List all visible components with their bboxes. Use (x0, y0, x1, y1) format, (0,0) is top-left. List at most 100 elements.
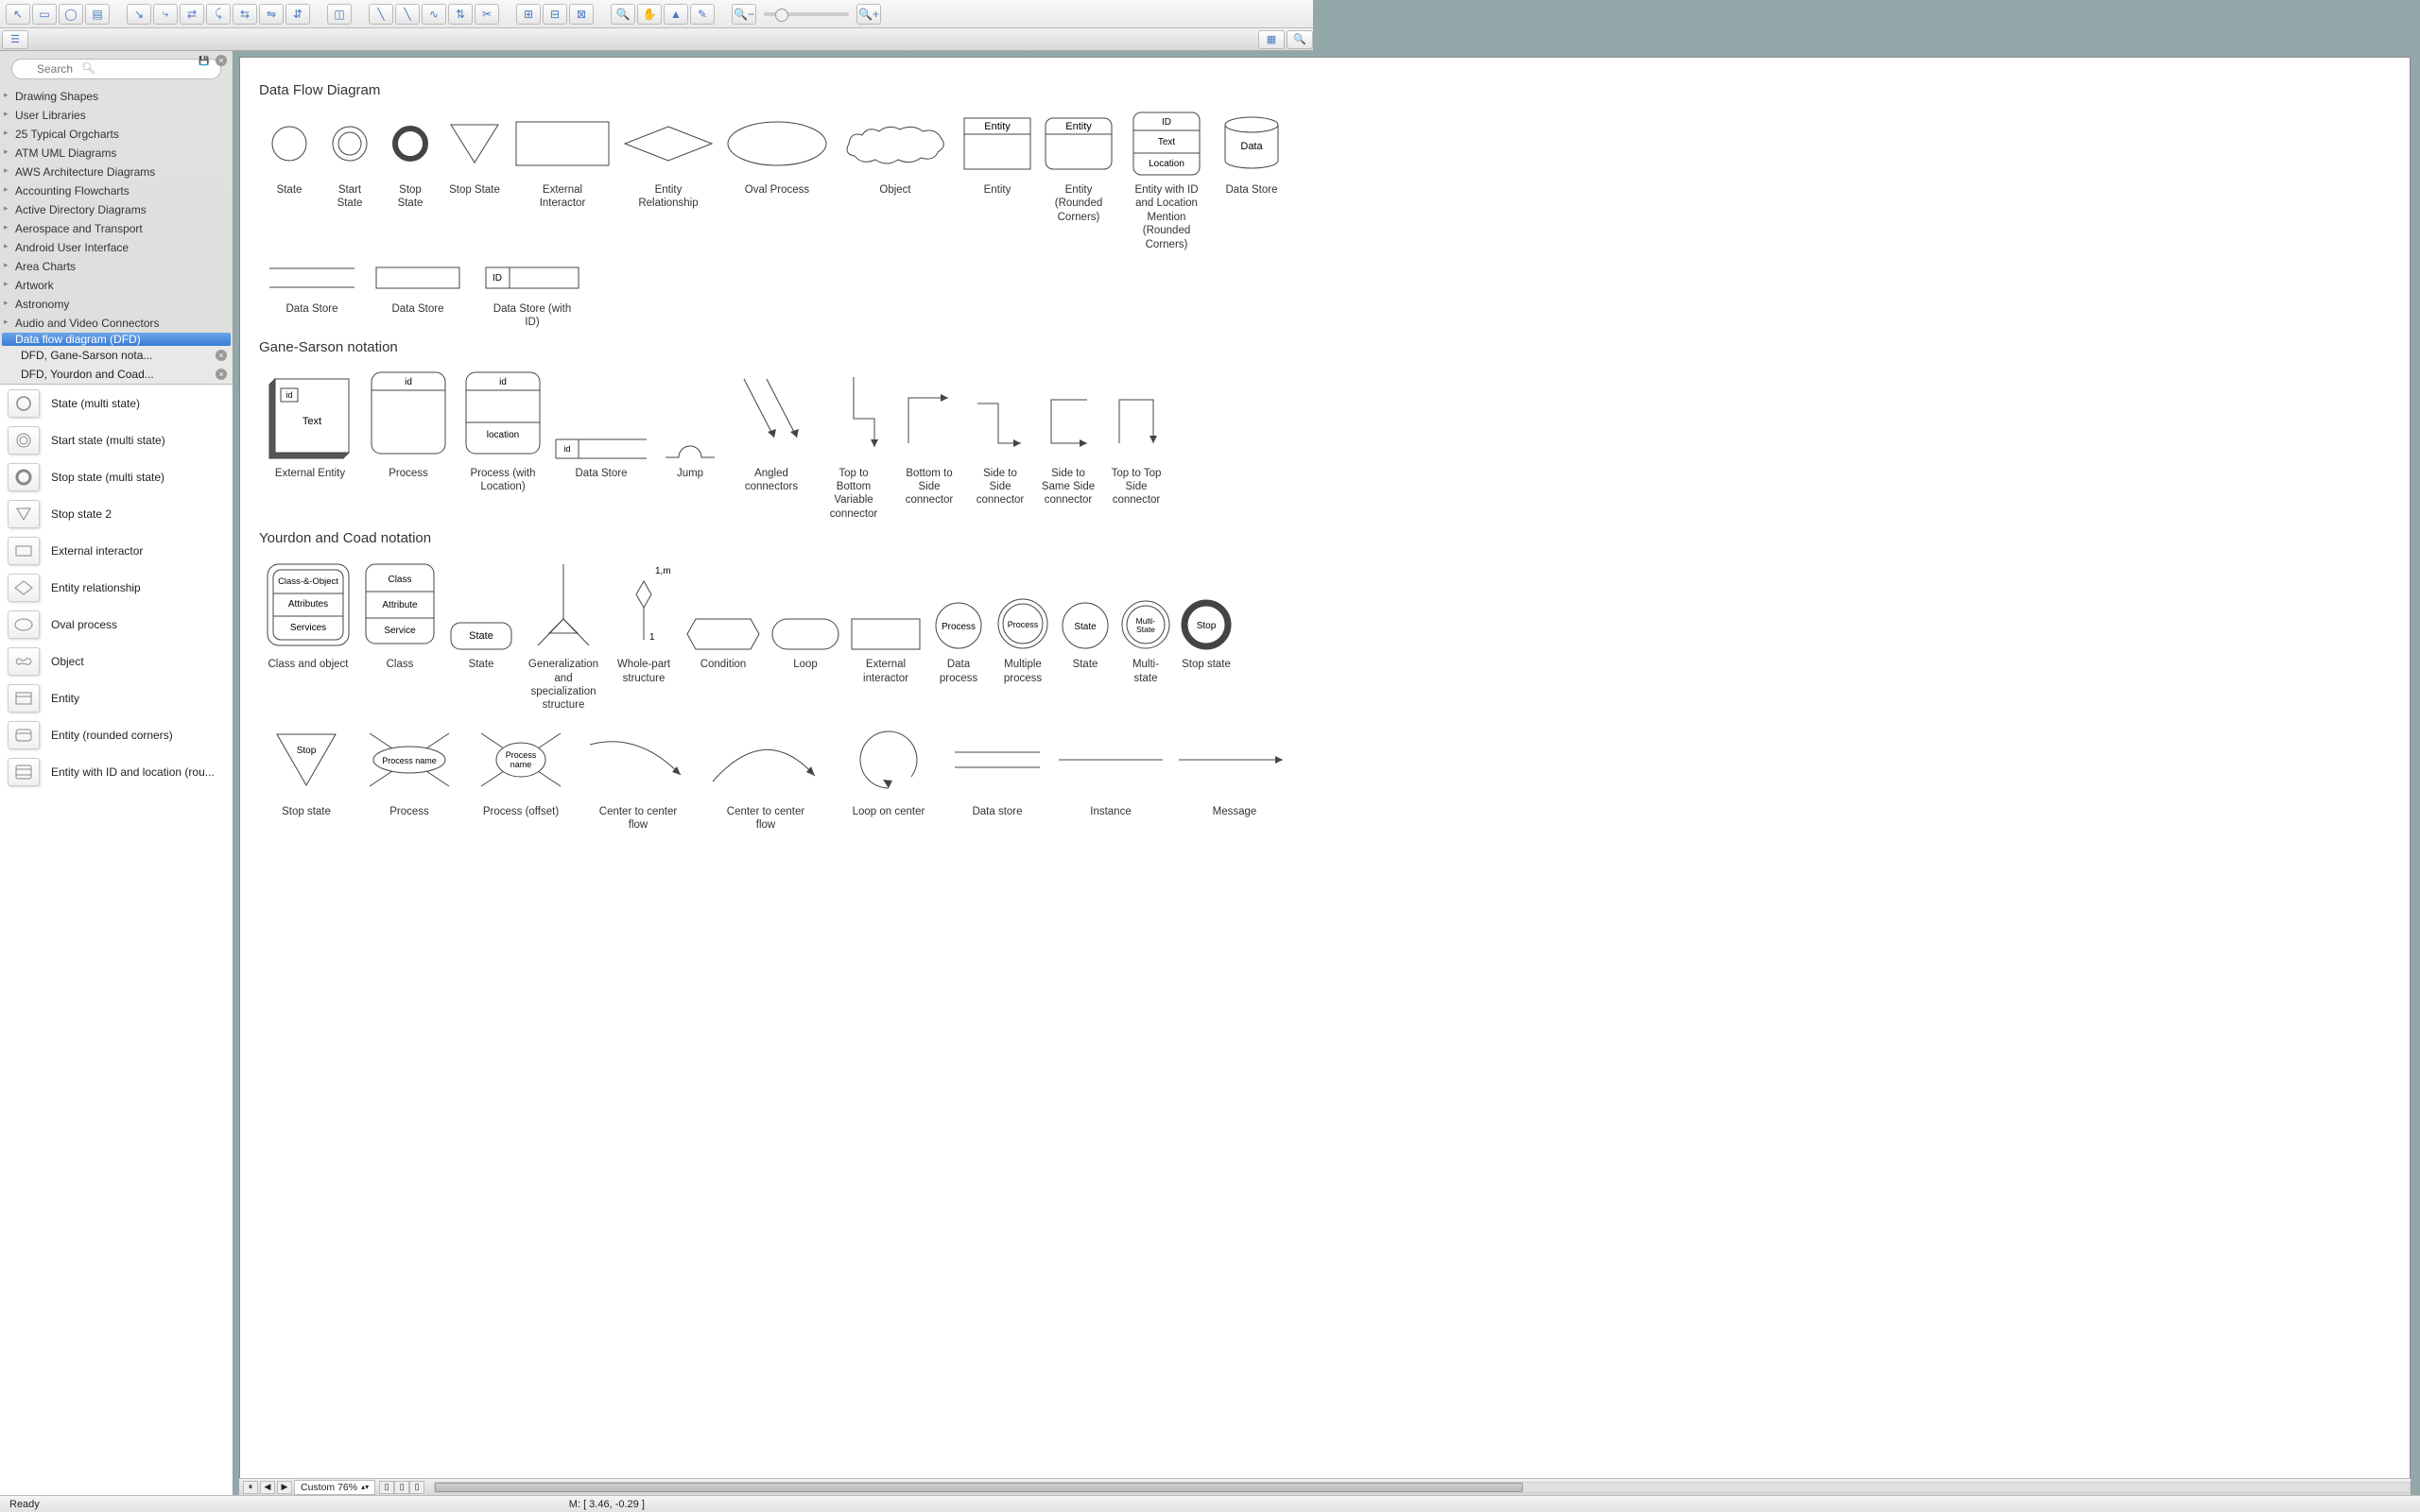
zoom-level[interactable]: Custom 76%▴▾ (294, 1480, 375, 1495)
insert-shape[interactable]: ◫ (327, 4, 352, 25)
svg-text:Service: Service (384, 626, 416, 636)
search-lib-icon[interactable]: 🔍 (1287, 30, 1313, 49)
shape-row[interactable]: Entity (rounded corners) (0, 716, 233, 753)
lib-item[interactable]: AWS Architecture Diagrams (0, 163, 233, 181)
view-mode-3[interactable]: ▯ (409, 1481, 424, 1494)
grid-view-icon[interactable]: ▦ (1258, 30, 1285, 49)
lib-item[interactable]: Artwork (0, 276, 233, 295)
close-icon[interactable]: × (216, 369, 227, 380)
svg-text:id: id (285, 390, 292, 400)
shape-row[interactable]: External interactor (0, 532, 233, 569)
lib-item[interactable]: ATM UML Diagrams (0, 144, 233, 163)
shape-row[interactable]: Stop state 2 (0, 495, 233, 532)
align-tool-3[interactable]: ⊠ (569, 4, 594, 25)
shape-row[interactable]: Object (0, 643, 233, 679)
shape-row[interactable]: Entity with ID and location (rou... (0, 753, 233, 790)
svg-text:id: id (405, 377, 412, 387)
rect-tool[interactable]: ▭ (32, 4, 57, 25)
shape-row[interactable]: Oval process (0, 606, 233, 643)
line-tool-1[interactable]: ╲ (369, 4, 393, 25)
search-input[interactable] (11, 59, 221, 79)
connector-tool-4[interactable]: ⤹ (206, 4, 231, 25)
stamp-tool[interactable]: ▲ (664, 4, 688, 25)
svg-text:State: State (1136, 625, 1155, 634)
svg-text:location: location (487, 430, 519, 440)
lib-item[interactable]: User Libraries (0, 106, 233, 125)
sub-lib-item[interactable]: DFD, Yourdon and Coad... × (0, 365, 233, 384)
align-tool-1[interactable]: ⊞ (516, 4, 541, 25)
library-tabs-bar: ☰ ▦ 🔍 (0, 28, 1313, 51)
connector-tool-7[interactable]: ⇵ (285, 4, 310, 25)
connector-tool-3[interactable]: ⇄ (180, 4, 204, 25)
lib-item[interactable]: Android User Interface (0, 238, 233, 257)
library-sidebar: Drawing Shapes User Libraries 25 Typical… (0, 51, 233, 1495)
zoom-in-tool[interactable]: 🔍 (611, 4, 635, 25)
lib-item-selected[interactable]: Data flow diagram (DFD) 💾 × (2, 333, 231, 346)
lib-item[interactable]: Active Directory Diagrams (0, 200, 233, 219)
text-tool[interactable]: ▤ (85, 4, 110, 25)
svg-text:Attribute: Attribute (382, 600, 418, 610)
svg-text:ID: ID (1162, 117, 1171, 128)
svg-text:Process: Process (506, 750, 537, 760)
shape-row[interactable]: Start state (multi state) (0, 421, 233, 458)
page-prev[interactable]: ◀ (260, 1481, 275, 1494)
pointer-tool[interactable]: ↖ (6, 4, 30, 25)
tree-view-icon[interactable]: ☰ (2, 30, 28, 49)
ellipse-tool[interactable]: ◯ (59, 4, 83, 25)
status-coords: M: [ 3.46, -0.29 ] (569, 1499, 645, 1510)
lib-item[interactable]: Aerospace and Transport (0, 219, 233, 238)
svg-text:id: id (563, 444, 570, 454)
status-bar: Ready M: [ 3.46, -0.29 ] (0, 1495, 2420, 1512)
svg-text:Process name: Process name (382, 756, 437, 765)
connector-tool-6[interactable]: ⇋ (259, 4, 284, 25)
line-tool-5[interactable]: ✂ (475, 4, 499, 25)
shape-row[interactable]: Stop state (multi state) (0, 458, 233, 495)
page-first[interactable]: ⏸ (243, 1481, 258, 1494)
view-mode-2[interactable]: ▯ (394, 1481, 409, 1494)
svg-text:Attributes: Attributes (288, 599, 328, 610)
zoom-in-icon[interactable]: 🔍+ (856, 4, 881, 25)
svg-text:Entity: Entity (984, 121, 1011, 132)
lib-item[interactable]: Audio and Video Connectors (0, 314, 233, 333)
main-toolbar: ↖ ▭ ◯ ▤ ↘ ⤷ ⇄ ⤹ ⇆ ⇋ ⇵ ◫ ╲ ╲ ∿ ⇅ ✂ ⊞ ⊟ ⊠ … (0, 0, 1313, 28)
lib-item[interactable]: 25 Typical Orgcharts (0, 125, 233, 144)
section-title: Gane-Sarson notation (259, 339, 2391, 355)
svg-text:1,m: 1,m (655, 566, 671, 576)
connector-tool-5[interactable]: ⇆ (233, 4, 257, 25)
horizontal-scrollbar[interactable] (434, 1482, 2411, 1493)
shape-palette: State (multi state) Start state (multi s… (0, 384, 233, 1495)
svg-text:Text: Text (1158, 137, 1176, 147)
sub-lib-item[interactable]: DFD, Gane-Sarson nota... × (0, 346, 233, 365)
svg-text:Stop: Stop (1197, 621, 1217, 631)
lib-item[interactable]: Astronomy (0, 295, 233, 314)
connector-tool-1[interactable]: ↘ (127, 4, 151, 25)
svg-text:Services: Services (290, 623, 326, 633)
zoom-out-icon[interactable]: 🔍− (732, 4, 756, 25)
line-tool-3[interactable]: ∿ (422, 4, 446, 25)
svg-text:Stop: Stop (297, 746, 317, 756)
align-tool-2[interactable]: ⊟ (543, 4, 567, 25)
eyedrop-tool[interactable]: ✎ (690, 4, 715, 25)
canvas-area[interactable]: Data Flow Diagram State Start State Stop… (239, 57, 2411, 1486)
zoom-slider[interactable] (764, 12, 849, 16)
lib-item[interactable]: Area Charts (0, 257, 233, 276)
svg-text:State: State (469, 630, 493, 642)
svg-text:Text: Text (302, 416, 321, 427)
svg-text:Process: Process (942, 622, 976, 632)
shape-row[interactable]: Entity relationship (0, 569, 233, 606)
svg-text:Entity: Entity (1065, 121, 1092, 132)
shape-row[interactable]: Entity (0, 679, 233, 716)
shape-row[interactable]: State (multi state) (0, 385, 233, 421)
line-tool-2[interactable]: ╲ (395, 4, 420, 25)
section-title: Yourdon and Coad notation (259, 530, 2391, 546)
page-next[interactable]: ▶ (277, 1481, 292, 1494)
lib-item[interactable]: Accounting Flowcharts (0, 181, 233, 200)
view-mode-1[interactable]: ▯ (379, 1481, 394, 1494)
svg-text:id: id (499, 377, 507, 387)
pan-tool[interactable]: ✋ (637, 4, 662, 25)
line-tool-4[interactable]: ⇅ (448, 4, 473, 25)
close-icon[interactable]: × (216, 350, 227, 361)
svg-text:name: name (510, 760, 532, 769)
connector-tool-2[interactable]: ⤷ (153, 4, 178, 25)
lib-item[interactable]: Drawing Shapes (0, 87, 233, 106)
